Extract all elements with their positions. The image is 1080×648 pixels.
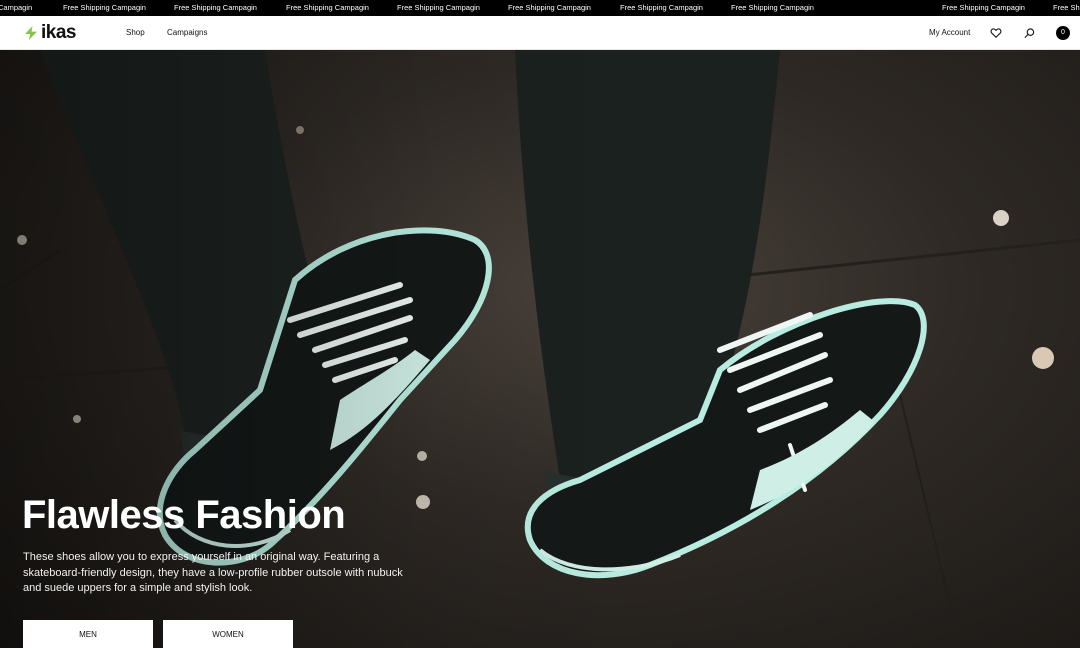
cart-count-badge[interactable]: 0 [1056, 26, 1070, 40]
hero-description: These shoes allow you to express yoursel… [23, 551, 403, 594]
logo[interactable]: ikas [23, 22, 76, 43]
hero-title: Flawless Fashion [22, 493, 346, 537]
announcement-item: Campagin [0, 3, 33, 12]
men-button[interactable]: MEN [23, 620, 153, 648]
announcement-bar: Campagin Free Shipping Campagin Free Shi… [0, 0, 1080, 16]
announcement-item: Free Shipping Campagin [620, 3, 703, 12]
announcement-item: Free Shipping Campagin [63, 3, 146, 12]
heart-icon[interactable] [988, 25, 1004, 41]
my-account-link[interactable]: My Account [929, 16, 970, 50]
nav-link-campaigns[interactable]: Campaigns [167, 16, 207, 50]
announcement-item: Free Shi [1053, 3, 1080, 12]
announcement-item: Free Shipping Campagin [286, 3, 369, 12]
site-header: ikas Shop Campaigns My Account 0 [0, 16, 1080, 50]
announcement-item: Free Shipping Campagin [942, 3, 1025, 12]
hero-banner: Flawless Fashion These shoes allow you t… [0, 50, 1080, 648]
bolt-icon [23, 25, 39, 41]
announcement-item: Free Shipping Campagin [397, 3, 480, 12]
announcement-item: Free Shipping Campagin [731, 3, 814, 12]
announcement-item: Free Shipping Campagin [174, 3, 257, 12]
logo-text: ikas [41, 22, 76, 43]
announcement-item: Free Shipping Campagin [508, 3, 591, 12]
search-icon[interactable] [1021, 25, 1037, 41]
nav-link-shop[interactable]: Shop [126, 16, 145, 50]
women-button[interactable]: WOMEN [163, 620, 293, 648]
